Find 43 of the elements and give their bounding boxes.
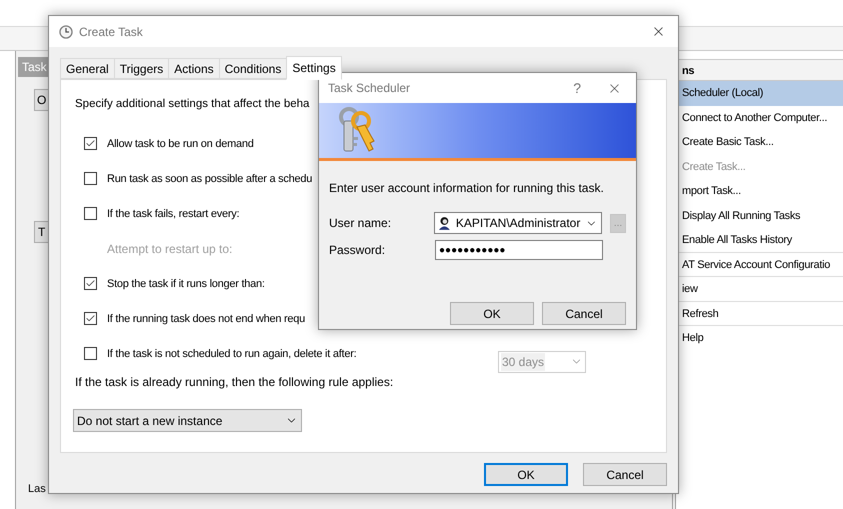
action-item[interactable]: Display All Running Tasks [676, 204, 843, 228]
tab[interactable]: Actions [168, 58, 219, 79]
checkbox-label: If the task fails, restart every: [107, 206, 240, 222]
dialog-button[interactable]: OK [450, 302, 534, 325]
checkbox-label: Stop the task if it runs longer than: [107, 276, 265, 292]
checkbox[interactable] [84, 207, 97, 220]
rule-dropdown[interactable]: Do not start a new instance [73, 409, 302, 432]
action-item[interactable]: Create Basic Task... [676, 130, 843, 154]
checkbox[interactable] [84, 277, 97, 290]
tab[interactable]: General [60, 58, 114, 79]
window-title: Create Task [79, 24, 143, 40]
checkbox[interactable] [84, 137, 97, 150]
action-item[interactable]: Help [676, 326, 843, 350]
default-button[interactable]: OK [484, 463, 568, 486]
dialog-button[interactable]: Cancel [583, 463, 667, 486]
status-text: Las [27, 482, 47, 496]
prompt-text: Enter user account information for running this task. [329, 180, 605, 197]
actions-header: ns [676, 59, 843, 81]
checkbox-label: If the task is not scheduled to run again, delete it after: [107, 346, 356, 362]
action-item[interactable]: mport Task... [676, 179, 843, 204]
password-field[interactable]: ●●●●●●●●●●● [435, 240, 603, 260]
checkbox[interactable] [84, 347, 97, 360]
checkbox-label: If the running task does not end when requ [107, 312, 306, 326]
checkbox[interactable] [84, 172, 97, 186]
checkbox[interactable] [84, 312, 97, 326]
field-label: Password: [329, 242, 386, 259]
rule-label: If the task is already running, then the following rule applies: [75, 374, 394, 392]
tab[interactable]: Triggers [114, 58, 168, 79]
dialog-title: Task Scheduler [328, 80, 410, 97]
checkbox-label: Allow task to be run on demand [107, 136, 254, 152]
tab[interactable]: Conditions [218, 58, 286, 79]
user-icon [438, 216, 451, 230]
clock-icon [59, 24, 73, 38]
action-item[interactable]: Connect to Another Computer... [676, 106, 843, 130]
action-item[interactable]: Scheduler (Local) [676, 81, 843, 106]
checkbox-label: Run task as soon as possible after a schedu [107, 172, 312, 186]
intro-text: Specify additional settings that affect the beha [75, 97, 310, 112]
option-label: Attempt to restart up to: [107, 240, 232, 258]
dialog-button[interactable]: Cancel [542, 302, 626, 325]
help-button[interactable]: ? [573, 78, 581, 98]
tab[interactable]: Settings [286, 56, 342, 80]
user-name-combobox[interactable]: KAPITAN\Administrator [434, 212, 602, 234]
field-label: User name: [329, 215, 392, 232]
